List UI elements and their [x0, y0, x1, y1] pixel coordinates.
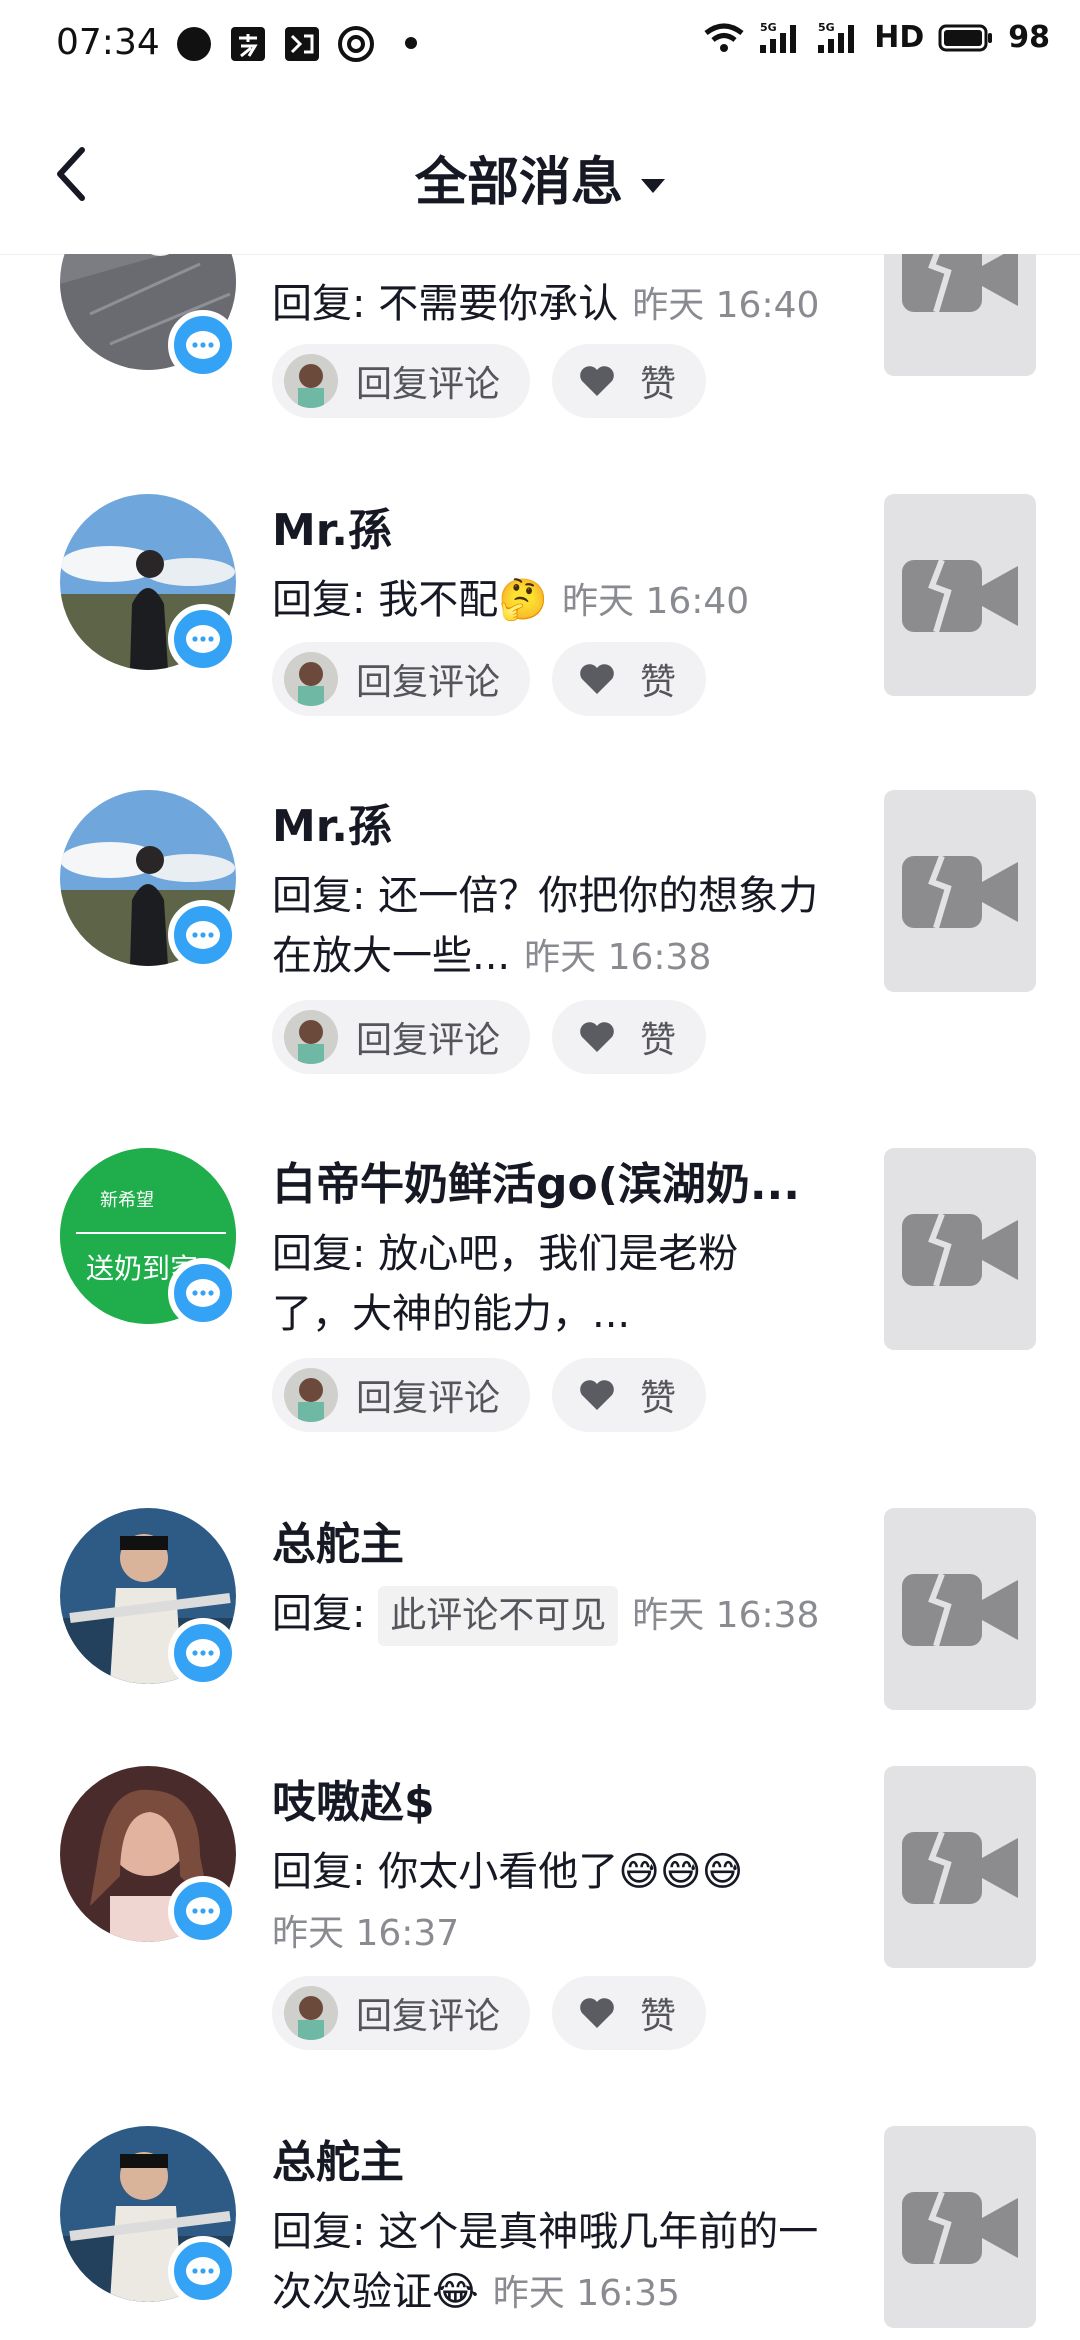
mobile-carrier-icon	[338, 26, 374, 62]
heart-icon	[580, 1380, 614, 1410]
message-item[interactable]: 总舵主 回复: 此评论不可见 昨天 16:38	[0, 1508, 1080, 1748]
video-unavailable-icon	[902, 254, 1018, 313]
user-name[interactable]: 吱嗷赵$	[272, 1766, 435, 1830]
comment-badge	[168, 1876, 238, 1946]
alipay-icon	[231, 27, 265, 61]
comment-badge	[168, 900, 238, 970]
video-thumbnail[interactable]	[884, 1508, 1036, 1710]
user-name[interactable]: Mr.孫	[272, 494, 392, 558]
video-thumbnail[interactable]	[884, 1148, 1036, 1350]
timestamp: 昨天 16:37	[272, 1913, 460, 1954]
timestamp: 昨天 16:40	[562, 581, 750, 622]
signal-5g-icon: 5G	[760, 21, 797, 53]
like-button[interactable]: 赞	[552, 1000, 706, 1074]
video-unavailable-icon	[902, 1212, 1018, 1287]
my-avatar	[284, 652, 338, 706]
message-item[interactable]: Mr.孫 回复: 还一倍？你把你的想象力在放大一些... 昨天 16:38 回复评…	[0, 790, 1080, 1130]
message-item[interactable]: 吱嗷赵$ 回复: 你太小看他了😅😅😅 昨天 16:37 回复评论 赞	[0, 1766, 1080, 2106]
comment-badge	[168, 1258, 238, 1328]
heart-icon	[580, 1022, 614, 1052]
reply-comment-button[interactable]: 回复评论	[272, 1000, 530, 1074]
message-item[interactable]: 总舵主 回复: 这个是真神哦几年前的一次次验证😂 昨天 16:35	[0, 2126, 1080, 2340]
caret-down-icon	[641, 179, 665, 193]
video-thumbnail[interactable]	[884, 1766, 1036, 1968]
reply-text: 回复: 不需要你承认 昨天 16:40	[272, 281, 820, 327]
video-thumbnail[interactable]	[884, 494, 1036, 696]
status-right: 5G 5G HD 98	[704, 20, 1050, 55]
message-item[interactable]: 新希望 送奶到家 白帝牛奶鲜活go(滨湖奶... 回复: 放心吧，我们是老粉了，大…	[0, 1148, 1080, 1488]
reply-comment-button[interactable]: 回复评论	[272, 642, 530, 716]
heart-icon	[580, 664, 614, 694]
message-item[interactable]: Mr.孫 回复: 我不配🤔 昨天 16:40 回复评论 赞	[0, 494, 1080, 834]
user-name[interactable]: 白帝牛奶鲜活go(滨湖奶...	[272, 1148, 800, 1212]
video-thumbnail[interactable]	[884, 254, 1036, 376]
timestamp: 昨天 16:38	[524, 937, 712, 978]
svg-text:5G: 5G	[818, 21, 835, 34]
avatar-brand: 新希望	[100, 1190, 154, 1211]
comment-badge	[168, 1618, 238, 1688]
finance-app-icon	[285, 27, 319, 61]
more-dot-icon	[405, 37, 417, 49]
header: 全部消息	[0, 92, 1080, 255]
like-button[interactable]: 赞	[552, 1976, 706, 2050]
reply-comment-button[interactable]: 回复评论	[272, 1976, 530, 2050]
reply-text: 回复: 放心吧，我们是老粉了，大神的能力，...	[272, 1231, 739, 1337]
emoji: 😂	[432, 2269, 479, 2315]
video-thumbnail[interactable]	[884, 790, 1036, 992]
reply-text: 回复: 你太小看他了😅😅😅 昨天 16:37	[272, 1849, 744, 1954]
video-unavailable-icon	[902, 1830, 1018, 1905]
timestamp: 昨天 16:35	[492, 2273, 680, 2314]
wifi-icon	[704, 23, 744, 52]
message-list: 回复: 不需要你承认 昨天 16:40 回复评论 赞 Mr.孫 回复: 我不配🤔 昨…	[0, 254, 1080, 2340]
reply-text: 回复: 此评论不可见 昨天 16:38	[272, 1584, 852, 1646]
user-name[interactable]: 总舵主	[272, 2126, 404, 2190]
video-thumbnail[interactable]	[884, 2126, 1036, 2328]
svg-text:5G: 5G	[760, 21, 777, 34]
user-name[interactable]: Mr.孫	[272, 790, 392, 854]
video-unavailable-icon	[902, 854, 1018, 929]
signal-5g-icon-2: 5G	[818, 21, 855, 53]
video-unavailable-icon	[902, 558, 1018, 633]
like-button[interactable]: 赞	[552, 642, 706, 716]
hd-label: HD	[874, 20, 925, 55]
page-title: 全部消息	[414, 153, 623, 213]
comment-badge	[168, 604, 238, 674]
my-avatar	[284, 1986, 338, 2040]
reply-text: 回复: 我不配🤔 昨天 16:40	[272, 577, 750, 623]
like-button[interactable]: 赞	[552, 344, 706, 418]
comment-badge	[168, 310, 238, 380]
video-unavailable-icon	[902, 1572, 1018, 1647]
heart-icon	[580, 366, 614, 396]
like-button[interactable]: 赞	[552, 1358, 706, 1432]
heart-icon	[580, 1998, 614, 2028]
status-time: 07:34	[56, 22, 160, 63]
reply-comment-button[interactable]: 回复评论	[272, 1358, 530, 1432]
timestamp: 昨天 16:40	[632, 285, 820, 326]
message-filter-dropdown[interactable]: 全部消息	[0, 140, 1080, 215]
user-name[interactable]: 总舵主	[272, 1508, 404, 1572]
hidden-comment-label: 此评论不可见	[378, 1586, 619, 1646]
my-avatar	[284, 354, 338, 408]
timestamp: 昨天 16:38	[632, 1595, 820, 1636]
reply-comment-button[interactable]: 回复评论	[272, 344, 530, 418]
my-avatar	[284, 1368, 338, 1422]
emoji: 😅😅😅	[618, 1849, 744, 1895]
video-unavailable-icon	[902, 2190, 1018, 2265]
my-avatar	[284, 1010, 338, 1064]
comment-badge	[168, 2236, 238, 2306]
battery-level: 98	[1008, 20, 1050, 55]
reply-text: 回复: 还一倍？你把你的想象力在放大一些... 昨天 16:38	[272, 873, 819, 979]
status-bar: 07:34 5G 5G HD 98	[0, 0, 1080, 92]
reply-text: 回复: 这个是真神哦几年前的一次次验证😂 昨天 16:35	[272, 2209, 819, 2315]
emoji: 🤔	[498, 577, 549, 623]
battery-icon	[938, 24, 993, 51]
notification-dot-icon	[177, 27, 211, 61]
